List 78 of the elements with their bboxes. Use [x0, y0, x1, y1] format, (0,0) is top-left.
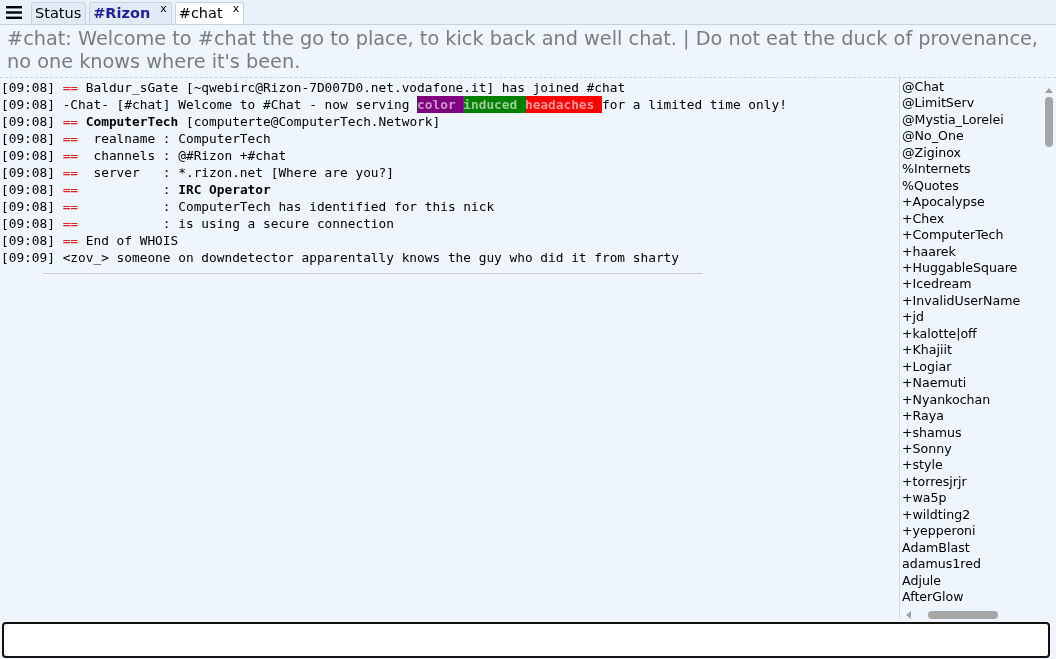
close-button[interactable]: x: [160, 3, 167, 15]
nick-item[interactable]: +Khajiit: [902, 342, 1042, 359]
event-marker: ==: [62, 113, 79, 130]
nick-item[interactable]: +jd: [902, 309, 1042, 326]
message-text: <zov_> someone on downdetector apparentally knows the guy who did it from sharty: [62, 249, 679, 266]
nick-item[interactable]: +yepperoni: [902, 523, 1042, 540]
nick-item[interactable]: @LimitServ: [902, 95, 1042, 112]
message-text: ComputerTech [computerte@ComputerTech.Network]: [84, 113, 441, 130]
nick-item[interactable]: %Internets: [902, 161, 1042, 178]
channel-tab[interactable]: Status: [31, 2, 87, 24]
nick-item[interactable]: +Nyankochan: [902, 391, 1042, 409]
scrollbar-thumb[interactable]: [928, 611, 998, 619]
close-button[interactable]: x: [232, 3, 240, 15]
nick-item[interactable]: AdamBlast: [902, 539, 1042, 557]
timestamp: [09:08]: [1, 147, 55, 164]
message-text: : ComputerTech has identified for this nick: [161, 198, 495, 215]
nick-item[interactable]: +ComputerTech: [902, 227, 1042, 244]
nick-item[interactable]: +Naemuti: [902, 375, 1042, 392]
nick-item[interactable]: +Chex: [902, 210, 1042, 228]
highlighted-text: induced: [463, 96, 525, 113]
event-marker: ==: [62, 198, 79, 215]
timestamp: [09:08]: [1, 164, 55, 181]
timestamp: [09:09]: [1, 249, 55, 266]
nick-item[interactable]: +kalotte|off: [902, 325, 1042, 343]
message-text: server : *.rizon.net [Where are you?]: [92, 164, 394, 181]
timestamp: [09:08]: [1, 79, 55, 96]
nick-item[interactable]: Adjule: [902, 572, 1042, 590]
nick-item[interactable]: +Icedream: [902, 276, 1042, 293]
nick-item[interactable]: +InvalidUserName: [902, 292, 1042, 310]
nick-item[interactable]: +haarek: [902, 243, 1042, 260]
event-marker: ==: [62, 130, 79, 147]
nick-item[interactable]: +HuggableSquare: [902, 260, 1042, 277]
event-marker: ==: [62, 232, 79, 249]
nick-item[interactable]: @Ziginox: [902, 144, 1042, 162]
message-text: : IRC Operator: [161, 181, 271, 198]
timestamp: [09:08]: [1, 215, 55, 232]
menu-icon[interactable]: [6, 6, 22, 19]
event-marker: ==: [62, 79, 79, 96]
scroll-up-icon[interactable]: [1045, 88, 1053, 93]
nick-item[interactable]: +torresjrjr: [902, 473, 1042, 491]
nick-item[interactable]: @Mystia_Lorelei: [902, 111, 1042, 129]
timestamp: [09:08]: [1, 130, 55, 147]
nick-item[interactable]: AfterGlow: [902, 589, 1042, 606]
timestamp: [09:08]: [1, 198, 55, 215]
event-marker: ==: [62, 147, 79, 164]
message-text: realname : ComputerTech: [92, 130, 271, 147]
timestamp: [09:08]: [1, 181, 55, 198]
message-input[interactable]: [2, 622, 1050, 658]
message-text: -Chat- [#chat] Welcome to #Chat - now serving: [62, 96, 411, 113]
nick-item[interactable]: %Quotes: [902, 177, 1042, 195]
nick-item[interactable]: @No_One: [902, 128, 1042, 145]
channel-tab[interactable]: #Rizon x: [89, 2, 172, 24]
channel-tab[interactable]: #chat x: [174, 2, 245, 24]
highlighted-text: headaches: [524, 96, 602, 113]
nick-item[interactable]: +shamus: [902, 424, 1042, 441]
nick-item[interactable]: +Sonny: [902, 440, 1042, 458]
message-text: End of WHOIS: [84, 232, 179, 249]
nick-item[interactable]: +style: [902, 457, 1042, 474]
nick-item[interactable]: +wildting2: [902, 506, 1042, 524]
nick-item[interactable]: +Apocalypse: [902, 194, 1042, 211]
message-text: channels : @#Rizon +#chat: [92, 147, 287, 164]
nick-item[interactable]: +wa5p: [902, 490, 1042, 507]
highlighted-text: color: [417, 96, 464, 113]
nick-item[interactable]: adamus1red: [902, 556, 1042, 573]
message-text: for a limited time only!: [602, 96, 787, 113]
timestamp: [09:08]: [1, 232, 55, 249]
nick-item[interactable]: +Raya: [902, 408, 1042, 425]
timestamp: [09:08]: [1, 113, 55, 130]
scrollbar-thumb[interactable]: [1045, 97, 1053, 147]
scroll-left-icon[interactable]: [906, 611, 911, 619]
nick-item[interactable]: +Logiar: [902, 358, 1042, 376]
event-marker: ==: [62, 164, 79, 181]
message-text: Baldur_sGate [~qwebirc@Rizon-7D007D0.net.vodafone.it] has joined #chat: [84, 79, 626, 96]
nick-item[interactable]: @Chat: [902, 79, 1042, 96]
timestamp: [09:08]: [1, 96, 55, 113]
event-marker: ==: [62, 215, 79, 232]
message-text: : is using a secure connection: [161, 215, 394, 232]
event-marker: ==: [62, 181, 79, 198]
